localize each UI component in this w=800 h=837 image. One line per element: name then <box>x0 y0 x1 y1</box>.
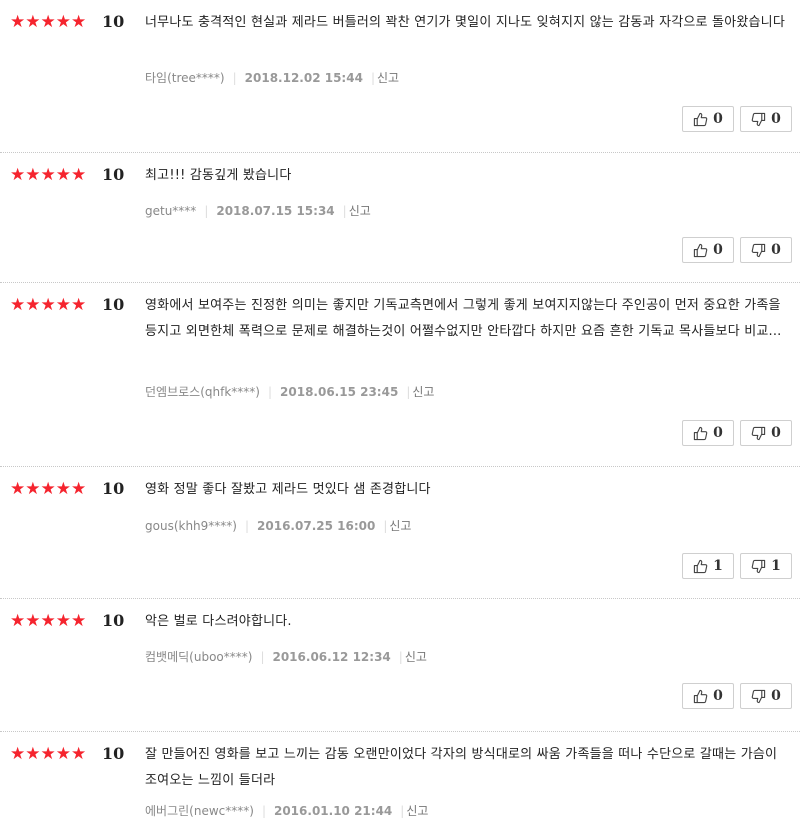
review-meta: 던엠브로스(qhfk****) | 2018.06.15 23:45 | 신고 <box>145 385 435 399</box>
rating-score: 10 <box>102 295 125 314</box>
review-author[interactable]: getu**** <box>145 204 196 218</box>
thumbs-up-icon <box>693 689 708 703</box>
review-author[interactable]: 던엠브로스(qhfk****) <box>145 385 260 399</box>
vote-group: 0 0 <box>682 106 792 132</box>
rating-score: 10 <box>102 744 125 763</box>
thumbs-up-icon <box>693 112 708 126</box>
report-link[interactable]: 신고 <box>349 204 371 218</box>
review-item: ★★★★★ 10 악은 벌로 다스려야합니다. 컴뱃메딕(uboo****) | 2… <box>0 599 800 732</box>
report-link[interactable]: 신고 <box>377 71 399 85</box>
review-item: ★★★★★ 10 최고!!! 감동깊게 봤습니다 getu**** | 2018.0… <box>0 153 800 283</box>
thumbs-down-icon <box>751 243 766 257</box>
review-text: 잘 만들어진 영화를 보고 느끼는 감동 오랜만이었다 각자의 방식대로의 싸움… <box>145 747 778 788</box>
review-item: ★★★★★ 10 영화에서 보여주는 진정한 의미는 좋지만 기독교측면에서 그… <box>0 283 800 467</box>
vote-group: 0 0 <box>682 683 792 709</box>
review-meta: gous(khh9****) | 2016.07.25 16:00 | 신고 <box>145 519 412 533</box>
review-text: 영화 정말 좋다 잘봤고 제라드 멋있다 샘 존경합니다 <box>145 482 431 497</box>
review-date: 2018.06.15 23:45 <box>280 385 399 399</box>
like-button[interactable]: 0 <box>682 106 734 132</box>
like-count: 0 <box>713 425 723 441</box>
vote-group: 0 0 <box>682 420 792 446</box>
review-date: 2018.12.02 15:44 <box>244 71 363 85</box>
like-button[interactable]: 0 <box>682 683 734 709</box>
review-author[interactable]: gous(khh9****) <box>145 519 237 533</box>
review-item: ★★★★★ 10 잘 만들어진 영화를 보고 느끼는 감동 오랜만이었다 각자의… <box>0 732 800 837</box>
rating-score: 10 <box>102 479 125 498</box>
dislike-count: 1 <box>771 558 781 574</box>
dislike-count: 0 <box>771 111 781 127</box>
dislike-button[interactable]: 0 <box>740 683 792 709</box>
review-author[interactable]: 에버그린(newc****) <box>145 804 254 818</box>
review-text: 영화에서 보여주는 진정한 의미는 좋지만 기독교측면에서 그렇게 좋게 보여지… <box>145 298 782 339</box>
rating-score: 10 <box>102 12 125 31</box>
thumbs-down-icon <box>751 559 766 573</box>
review-text: 악은 벌로 다스려야합니다. <box>145 614 292 629</box>
review-date: 2016.01.10 21:44 <box>273 804 393 818</box>
report-link[interactable]: 신고 <box>412 385 434 399</box>
review-text: 너무나도 충격적인 현실과 제라드 버틀러의 꽉찬 연기가 몇일이 지나도 잊혀… <box>145 15 786 30</box>
review-text: 최고!!! 감동깊게 봤습니다 <box>145 168 292 183</box>
rating-score: 10 <box>102 165 125 184</box>
like-count: 1 <box>713 558 723 574</box>
review-date: 2016.06.12 12:34 <box>272 650 391 664</box>
report-link[interactable]: 신고 <box>389 519 411 533</box>
thumbs-up-icon <box>693 426 708 440</box>
like-button[interactable]: 0 <box>682 420 734 446</box>
review-list: ★★★★★ 10 너무나도 충격적인 현실과 제라드 버틀러의 꽉찬 연기가 몇… <box>0 0 800 837</box>
star-rating: ★★★★★ <box>10 744 87 764</box>
like-count: 0 <box>713 111 723 127</box>
like-button[interactable]: 1 <box>682 553 734 579</box>
like-count: 0 <box>713 242 723 258</box>
review-meta: getu**** | 2018.07.15 15:34 | 신고 <box>145 204 371 218</box>
star-rating: ★★★★★ <box>10 479 87 499</box>
review-meta: 타임(tree****) | 2018.12.02 15:44 | 신고 <box>145 71 400 85</box>
like-count: 0 <box>713 688 723 704</box>
dislike-count: 0 <box>771 688 781 704</box>
review-item: ★★★★★ 10 너무나도 충격적인 현실과 제라드 버틀러의 꽉찬 연기가 몇… <box>0 0 800 153</box>
dislike-count: 0 <box>771 425 781 441</box>
dislike-count: 0 <box>771 242 781 258</box>
thumbs-down-icon <box>751 112 766 126</box>
dislike-button[interactable]: 0 <box>740 106 792 132</box>
like-button[interactable]: 0 <box>682 237 734 263</box>
report-link[interactable]: 신고 <box>405 650 427 664</box>
rating-score: 10 <box>102 611 125 630</box>
thumbs-up-icon <box>693 559 708 573</box>
thumbs-down-icon <box>751 426 766 440</box>
review-date: 2018.07.15 15:34 <box>216 204 335 218</box>
review-meta: 컴뱃메딕(uboo****) | 2016.06.12 12:34 | 신고 <box>145 650 427 664</box>
star-rating: ★★★★★ <box>10 295 87 315</box>
dislike-button[interactable]: 0 <box>740 237 792 263</box>
review-author[interactable]: 타임(tree****) <box>145 71 225 85</box>
review-date: 2016.07.25 16:00 <box>257 519 376 533</box>
review-item: ★★★★★ 10 영화 정말 좋다 잘봤고 제라드 멋있다 샘 존경합니다 go… <box>0 467 800 599</box>
review-author[interactable]: 컴뱃메딕(uboo****) <box>145 650 252 664</box>
star-rating: ★★★★★ <box>10 165 87 185</box>
thumbs-up-icon <box>693 243 708 257</box>
vote-group: 1 1 <box>682 553 792 579</box>
report-link[interactable]: 신고 <box>406 804 428 818</box>
dislike-button[interactable]: 1 <box>740 553 792 579</box>
thumbs-down-icon <box>751 689 766 703</box>
review-meta: 에버그린(newc****) | 2016.01.10 21:44 | 신고 <box>145 804 429 818</box>
star-rating: ★★★★★ <box>10 12 87 32</box>
vote-group: 0 0 <box>682 237 792 263</box>
star-rating: ★★★★★ <box>10 611 87 631</box>
dislike-button[interactable]: 0 <box>740 420 792 446</box>
